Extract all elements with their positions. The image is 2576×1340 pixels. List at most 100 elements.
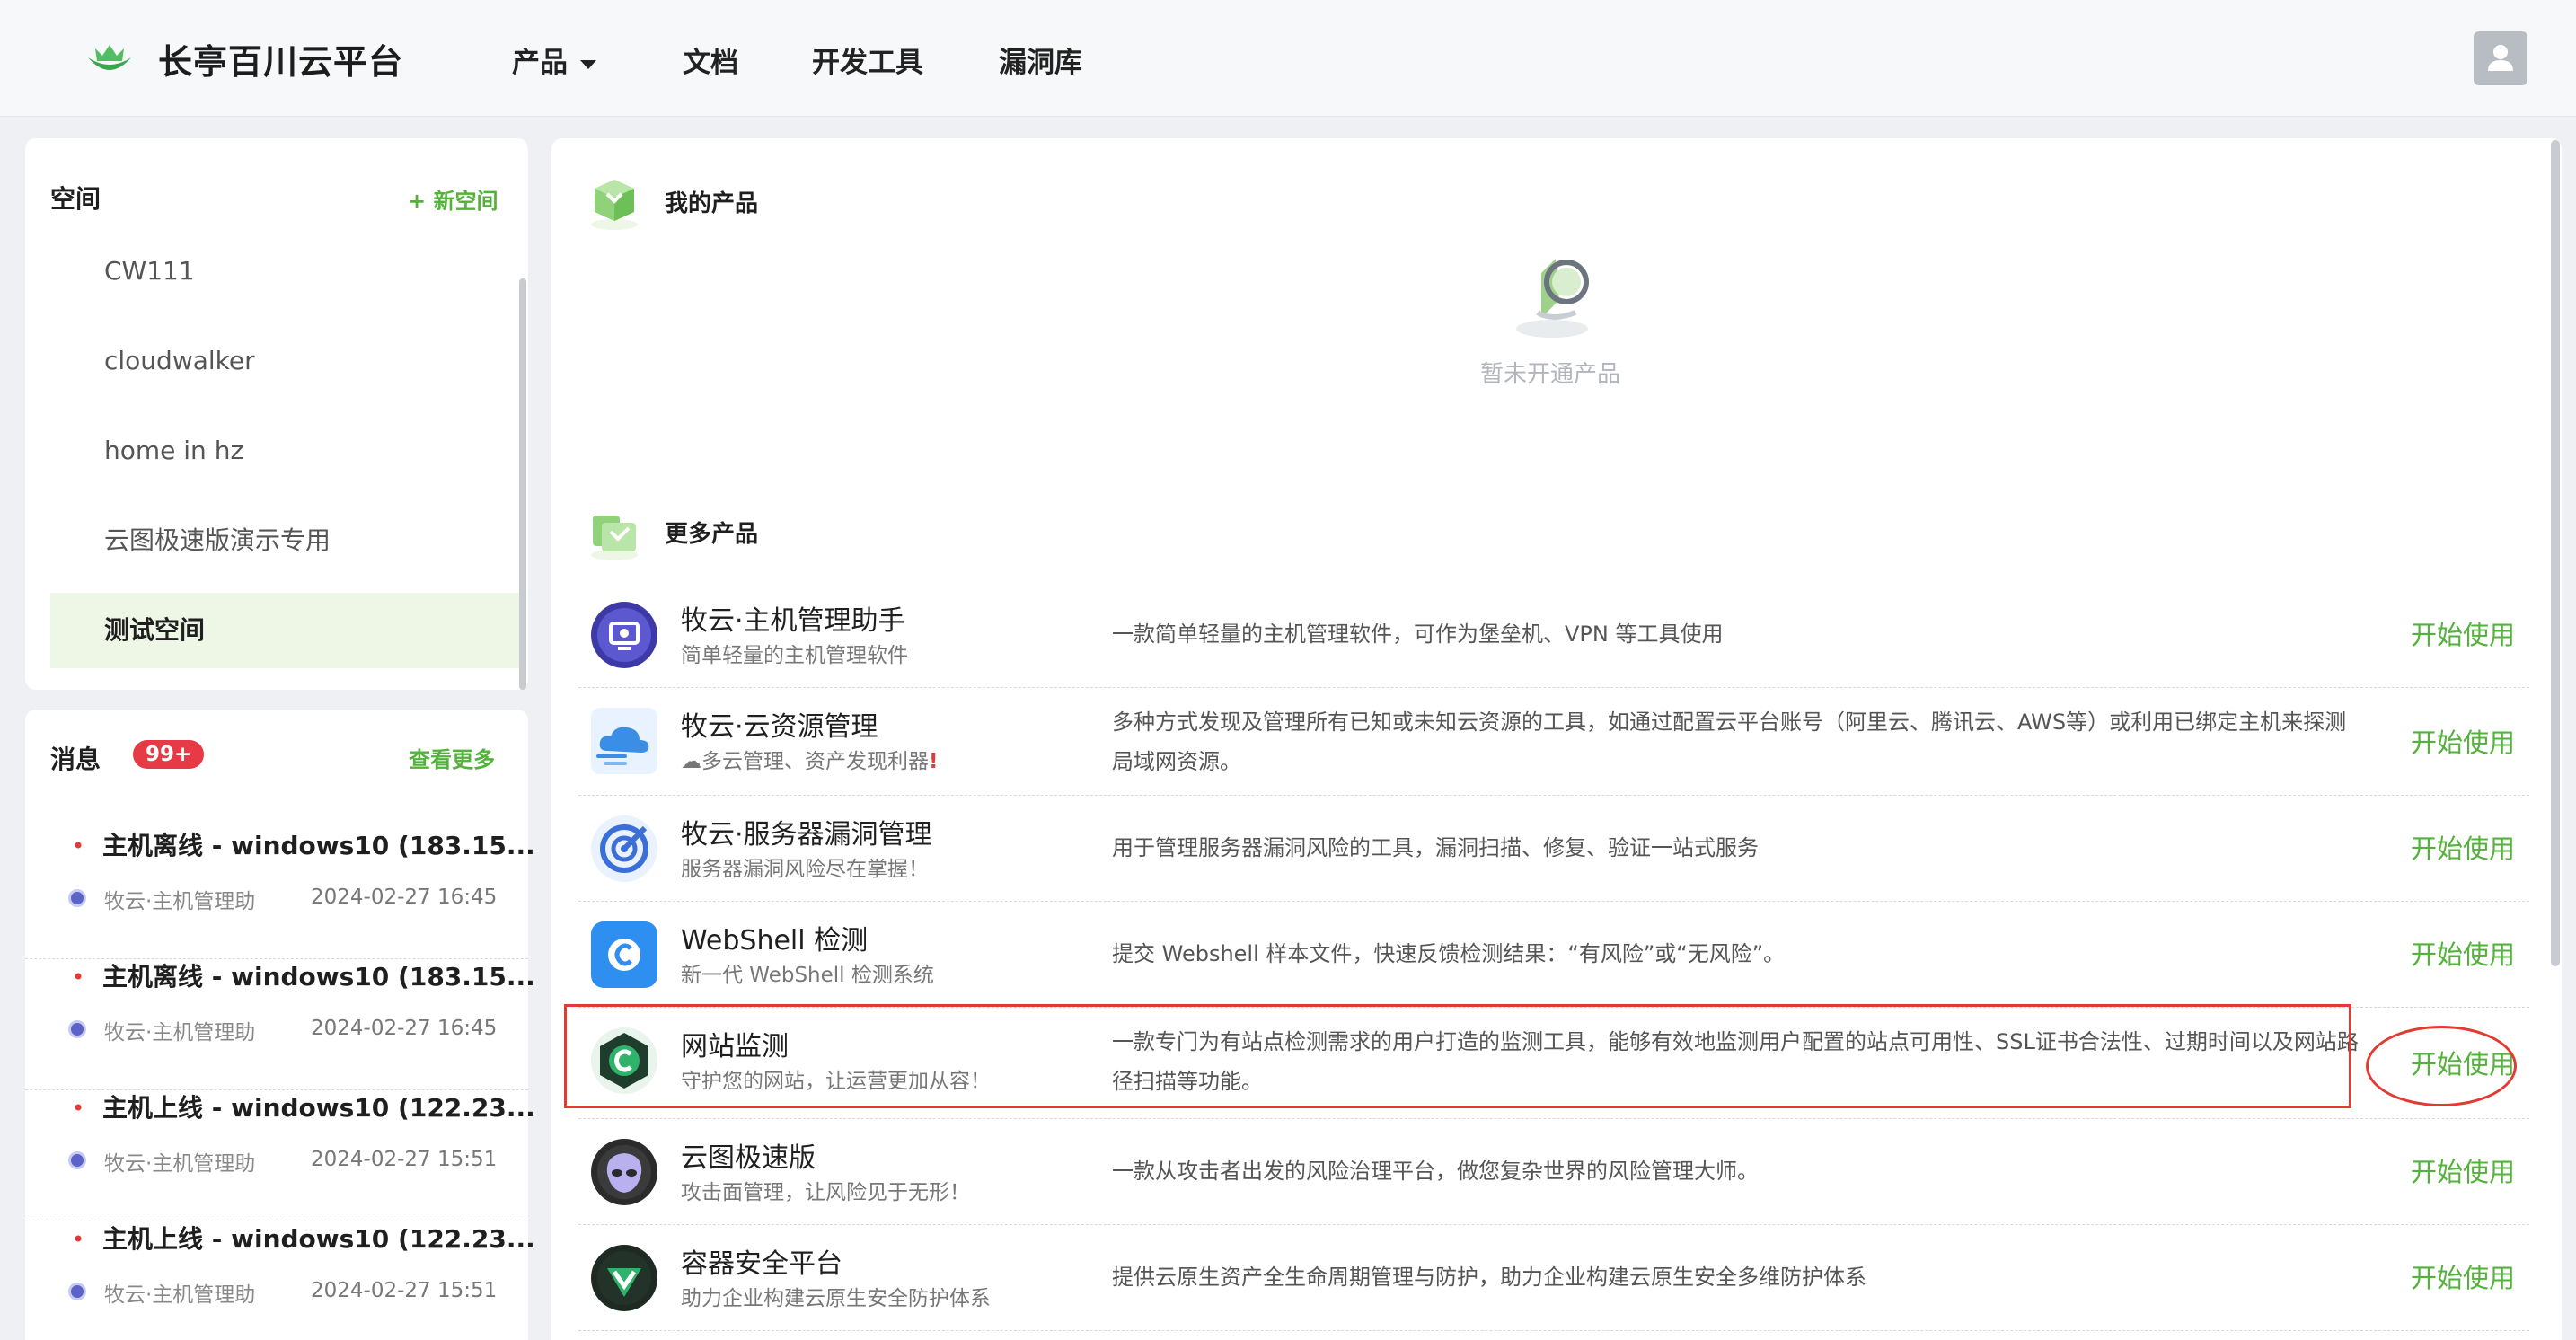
target-icon <box>591 815 657 882</box>
nav-dev-tools[interactable]: 开发工具 <box>812 40 923 80</box>
message-source: 牧云·主机管理助 <box>104 1021 256 1045</box>
product-subtitle: 守护您的网站，让运营更加从容！ <box>681 1070 991 1093</box>
product-subtitle-text: ☁多云管理、资产发现利器 <box>681 750 929 773</box>
nav-vuln-db[interactable]: 漏洞库 <box>999 40 1082 80</box>
product-subtitle: 服务器漏洞风险尽在掌握！ <box>681 858 929 881</box>
source-app-icon <box>68 1283 86 1300</box>
product-subtitle: 新一代 WebShell 检测系统 <box>681 964 934 987</box>
message-time: 2024-02-27 15:51 <box>311 1148 498 1171</box>
message-item[interactable]: • 主机上线 - windows10 (122.23... 牧云·主机管理助 2… <box>25 1221 535 1340</box>
space-item[interactable]: 云图极速版演示专用 <box>50 503 521 578</box>
start-using-button[interactable]: 开始使用 <box>2411 1257 2515 1295</box>
product-description: 多种方式发现及管理所有已知或未知云资源的工具，如通过配置云平台账号（阿里云、腾讯… <box>1112 710 2347 774</box>
product-row: 牧云·主机管理助手 简单轻量的主机管理软件 一款简单轻量的主机管理软件，可作为堡… <box>578 582 2529 688</box>
space-item[interactable]: cloudwalker <box>50 323 521 399</box>
product-description: 提交 Webshell 样本文件，快速反馈检测结果：“有风险”或“无风险”。 <box>1112 941 1786 966</box>
messages-title: 消息 <box>50 745 101 774</box>
start-using-button[interactable]: 开始使用 <box>2411 934 2515 972</box>
new-space-button[interactable]: + 新空间 <box>408 183 498 215</box>
product-name[interactable]: 牧云·云资源管理 <box>681 704 878 744</box>
message-title: 主机上线 - windows10 (122.23... <box>102 1224 535 1254</box>
caret-down-icon <box>580 59 596 69</box>
spaces-scrollbar[interactable] <box>519 278 526 690</box>
message-source: 牧云·主机管理助 <box>104 1152 256 1176</box>
cube-section-icon <box>591 180 638 230</box>
product-row: 网站监测 守护您的网站，让运营更加从容！ 一款专门为有站点检测需求的用户打造的监… <box>578 1008 2529 1119</box>
product-description: 提供云原生资产全生命周期管理与防护，助力企业构建云原生安全多维防护体系 <box>1112 1265 1866 1290</box>
warning-mark-icon: ! <box>929 750 939 773</box>
product-subtitle: 助力企业构建云原生安全防护体系 <box>681 1287 991 1310</box>
alien-icon <box>591 1139 657 1205</box>
unread-dot-icon: • <box>72 1227 85 1252</box>
brand-name[interactable]: 长亭百川云平台 <box>158 34 403 84</box>
space-item[interactable]: CW111 <box>50 234 521 309</box>
start-using-button[interactable]: 开始使用 <box>2411 722 2515 760</box>
product-name[interactable]: 容器安全平台 <box>681 1241 842 1281</box>
message-time: 2024-02-27 16:45 <box>311 1017 498 1040</box>
space-item-active[interactable]: 测试空间 <box>50 593 521 668</box>
message-time: 2024-02-27 15:51 <box>311 1279 498 1302</box>
product-name[interactable]: 网站监测 <box>681 1024 789 1063</box>
product-description: 一款简单轻量的主机管理软件，可作为堡垒机、VPN 等工具使用 <box>1112 622 1724 647</box>
message-time: 2024-02-27 16:45 <box>311 886 498 909</box>
start-using-button[interactable]: 开始使用 <box>2411 614 2515 652</box>
spaces-title: 空间 <box>50 184 101 214</box>
spaces-panel: 空间 + 新空间 CW111 cloudwalker home in hz 云图… <box>25 138 528 690</box>
product-row: 云图极速版 攻击面管理，让风险见于无形！ 一款从攻击者出发的风险治理平台，做您复… <box>578 1119 2529 1225</box>
start-using-button[interactable]: 开始使用 <box>2411 1151 2515 1189</box>
product-name[interactable]: WebShell 检测 <box>681 918 868 957</box>
product-name[interactable]: 牧云·主机管理助手 <box>681 598 905 638</box>
view-more-link[interactable]: 查看更多 <box>409 742 495 773</box>
bag-section-icon <box>591 516 638 560</box>
more-products-title: 更多产品 <box>665 521 759 548</box>
product-subtitle: ☁多云管理、资产发现利器! <box>681 744 939 774</box>
main-scrollbar[interactable] <box>2551 140 2560 966</box>
start-using-button[interactable]: 开始使用 <box>2411 1044 2515 1081</box>
container-shield-icon <box>591 1245 657 1311</box>
source-app-icon <box>68 1151 86 1169</box>
nav-products[interactable]: 产品 <box>512 40 596 80</box>
start-using-button[interactable]: 开始使用 <box>2411 828 2515 866</box>
space-item[interactable]: home in hz <box>50 413 521 489</box>
product-row: 容器安全平台 助力企业构建云原生安全防护体系 提供云原生资产全生命周期管理与防护… <box>578 1225 2529 1331</box>
source-app-icon <box>68 889 86 907</box>
unread-dot-icon: • <box>72 965 85 990</box>
webshell-icon <box>591 921 657 988</box>
source-app-icon <box>68 1020 86 1038</box>
product-row: WebShell 检测 新一代 WebShell 检测系统 提交 Webshel… <box>578 902 2529 1008</box>
message-source: 牧云·主机管理助 <box>104 1283 256 1307</box>
product-row: 牧云·服务器漏洞管理 服务器漏洞风险尽在掌握！ 用于管理服务器漏洞风险的工具，漏… <box>578 796 2529 902</box>
my-products-title: 我的产品 <box>665 190 759 217</box>
products-main-panel: 我的产品 暂未开通产品 更多产品 牧云·主机管理助手 简单轻量的主机管理软件 一… <box>551 138 2562 1340</box>
nav-products-label: 产品 <box>512 47 568 79</box>
product-subtitle: 简单轻量的主机管理软件 <box>681 644 908 667</box>
product-subtitle: 攻击面管理，让风险见于无形！ <box>681 1181 970 1204</box>
message-item[interactable]: • 主机离线 - windows10 (183.15... 牧云·主机管理助 2… <box>25 959 535 1090</box>
unread-dot-icon: • <box>72 833 85 859</box>
nav-docs[interactable]: 文档 <box>683 40 738 80</box>
message-item[interactable]: • 主机上线 - windows10 (122.23... 牧云·主机管理助 2… <box>25 1090 535 1221</box>
user-avatar[interactable] <box>2474 31 2527 85</box>
message-title: 主机上线 - windows10 (122.23... <box>102 1093 535 1123</box>
message-count-badge: 99+ <box>133 740 205 769</box>
changting-logo-icon[interactable] <box>86 36 133 79</box>
empty-state-icon <box>1516 259 1589 338</box>
website-monitor-icon <box>591 1027 657 1094</box>
unread-dot-icon: • <box>72 1096 85 1121</box>
messages-panel: 消息 99+ 查看更多 • 主机离线 - windows10 (183.15..… <box>25 710 535 1340</box>
cloud-icon <box>591 708 657 774</box>
user-icon <box>2488 45 2513 71</box>
monitor-icon <box>591 602 657 668</box>
product-description: 一款从攻击者出发的风险治理平台，做您复杂世界的风险管理大师。 <box>1112 1159 1759 1184</box>
product-description: 用于管理服务器漏洞风险的工具，漏洞扫描、修复、验证一站式服务 <box>1112 835 1759 860</box>
product-name[interactable]: 云图极速版 <box>681 1135 816 1175</box>
message-title: 主机离线 - windows10 (183.15... <box>102 962 535 992</box>
empty-state-text: 暂未开通产品 <box>1480 361 1621 388</box>
message-item[interactable]: • 主机离线 - windows10 (183.15... 牧云·主机管理助 2… <box>25 828 535 959</box>
product-description: 一款专门为有站点检测需求的用户打造的监测工具，能够有效地监测用户配置的站点可用性… <box>1112 1029 2359 1094</box>
message-source: 牧云·主机管理助 <box>104 890 256 913</box>
product-row: 牧云·云资源管理 ☁多云管理、资产发现利器! 多种方式发现及管理所有已知或未知云… <box>578 688 2529 796</box>
top-header: 长亭百川云平台 产品 文档 开发工具 漏洞库 <box>0 0 2576 117</box>
product-name[interactable]: 牧云·服务器漏洞管理 <box>681 812 932 851</box>
message-title: 主机离线 - windows10 (183.15... <box>102 831 535 860</box>
